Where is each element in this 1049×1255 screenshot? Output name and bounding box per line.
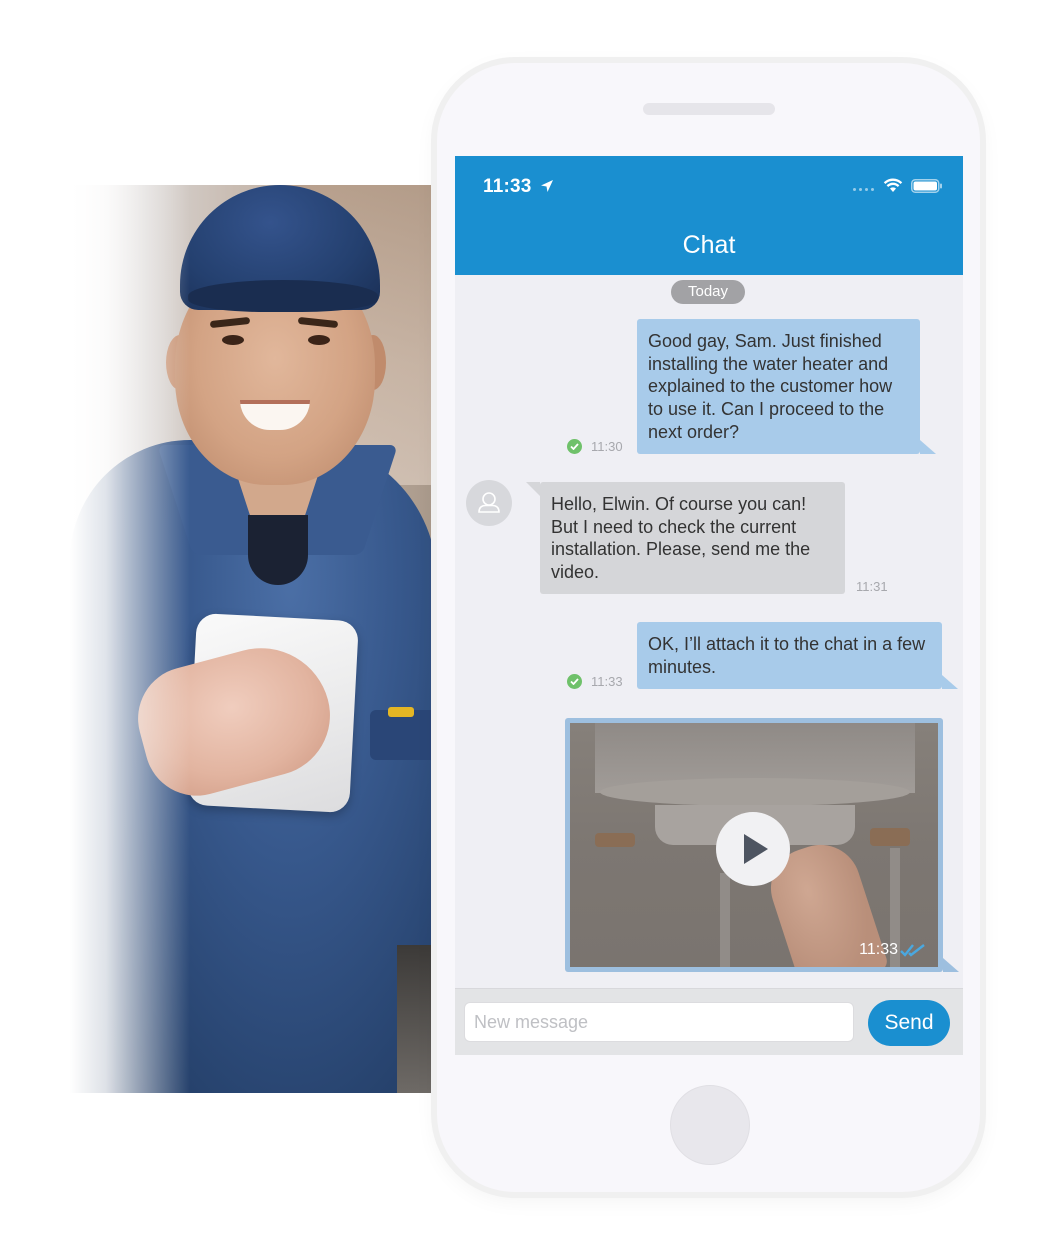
message-time: 11:30	[591, 439, 623, 454]
signal-dots-icon	[853, 188, 874, 191]
message-text: Good gay, Sam. Just finished installing …	[648, 331, 893, 442]
chat-title: Chat	[682, 231, 736, 259]
battery-icon	[911, 179, 942, 193]
water-heater-video-thumbnail: 11:33	[570, 723, 938, 967]
message-time: 11:31	[856, 579, 888, 594]
play-icon	[744, 834, 768, 864]
message-bubble-outgoing[interactable]: OK, I’ll attach it to the chat in a few …	[637, 622, 958, 689]
chat-screen: 11:33 Chat Today Good gay, Sam. Just fin…	[455, 156, 963, 1055]
message-time: 11:33	[591, 674, 623, 689]
delivered-check-icon	[567, 674, 582, 689]
send-button[interactable]: Send	[868, 1000, 950, 1046]
new-message-input[interactable]	[464, 1002, 854, 1042]
message-bubble-outgoing[interactable]: Good gay, Sam. Just finished installing …	[637, 319, 936, 454]
phone-mockup: 11:33 Chat Today Good gay, Sam. Just fin…	[437, 63, 980, 1192]
status-time: 11:33	[483, 176, 532, 197]
location-arrow-icon	[541, 180, 553, 192]
message-time: 11:33	[859, 941, 898, 958]
home-button[interactable]	[670, 1085, 750, 1165]
phone-speaker	[643, 103, 775, 115]
video-message[interactable]: 11:33	[565, 718, 959, 972]
user-avatar-icon[interactable]	[466, 480, 512, 526]
delivered-check-icon	[567, 439, 582, 454]
chat-header: 11:33 Chat	[455, 156, 963, 275]
play-button[interactable]	[716, 812, 790, 886]
message-text: Hello, Elwin. Of course you can! But I n…	[551, 494, 811, 583]
message-bubble-incoming[interactable]: Hello, Elwin. Of course you can! But I n…	[526, 482, 845, 594]
date-separator: Today	[671, 280, 745, 304]
message-composer: Send	[455, 988, 963, 1055]
message-text: OK, I’ll attach it to the chat in a few …	[648, 634, 926, 677]
double-check-read-icon	[900, 944, 925, 957]
wifi-icon	[883, 178, 903, 192]
technician-photo	[70, 185, 437, 1093]
